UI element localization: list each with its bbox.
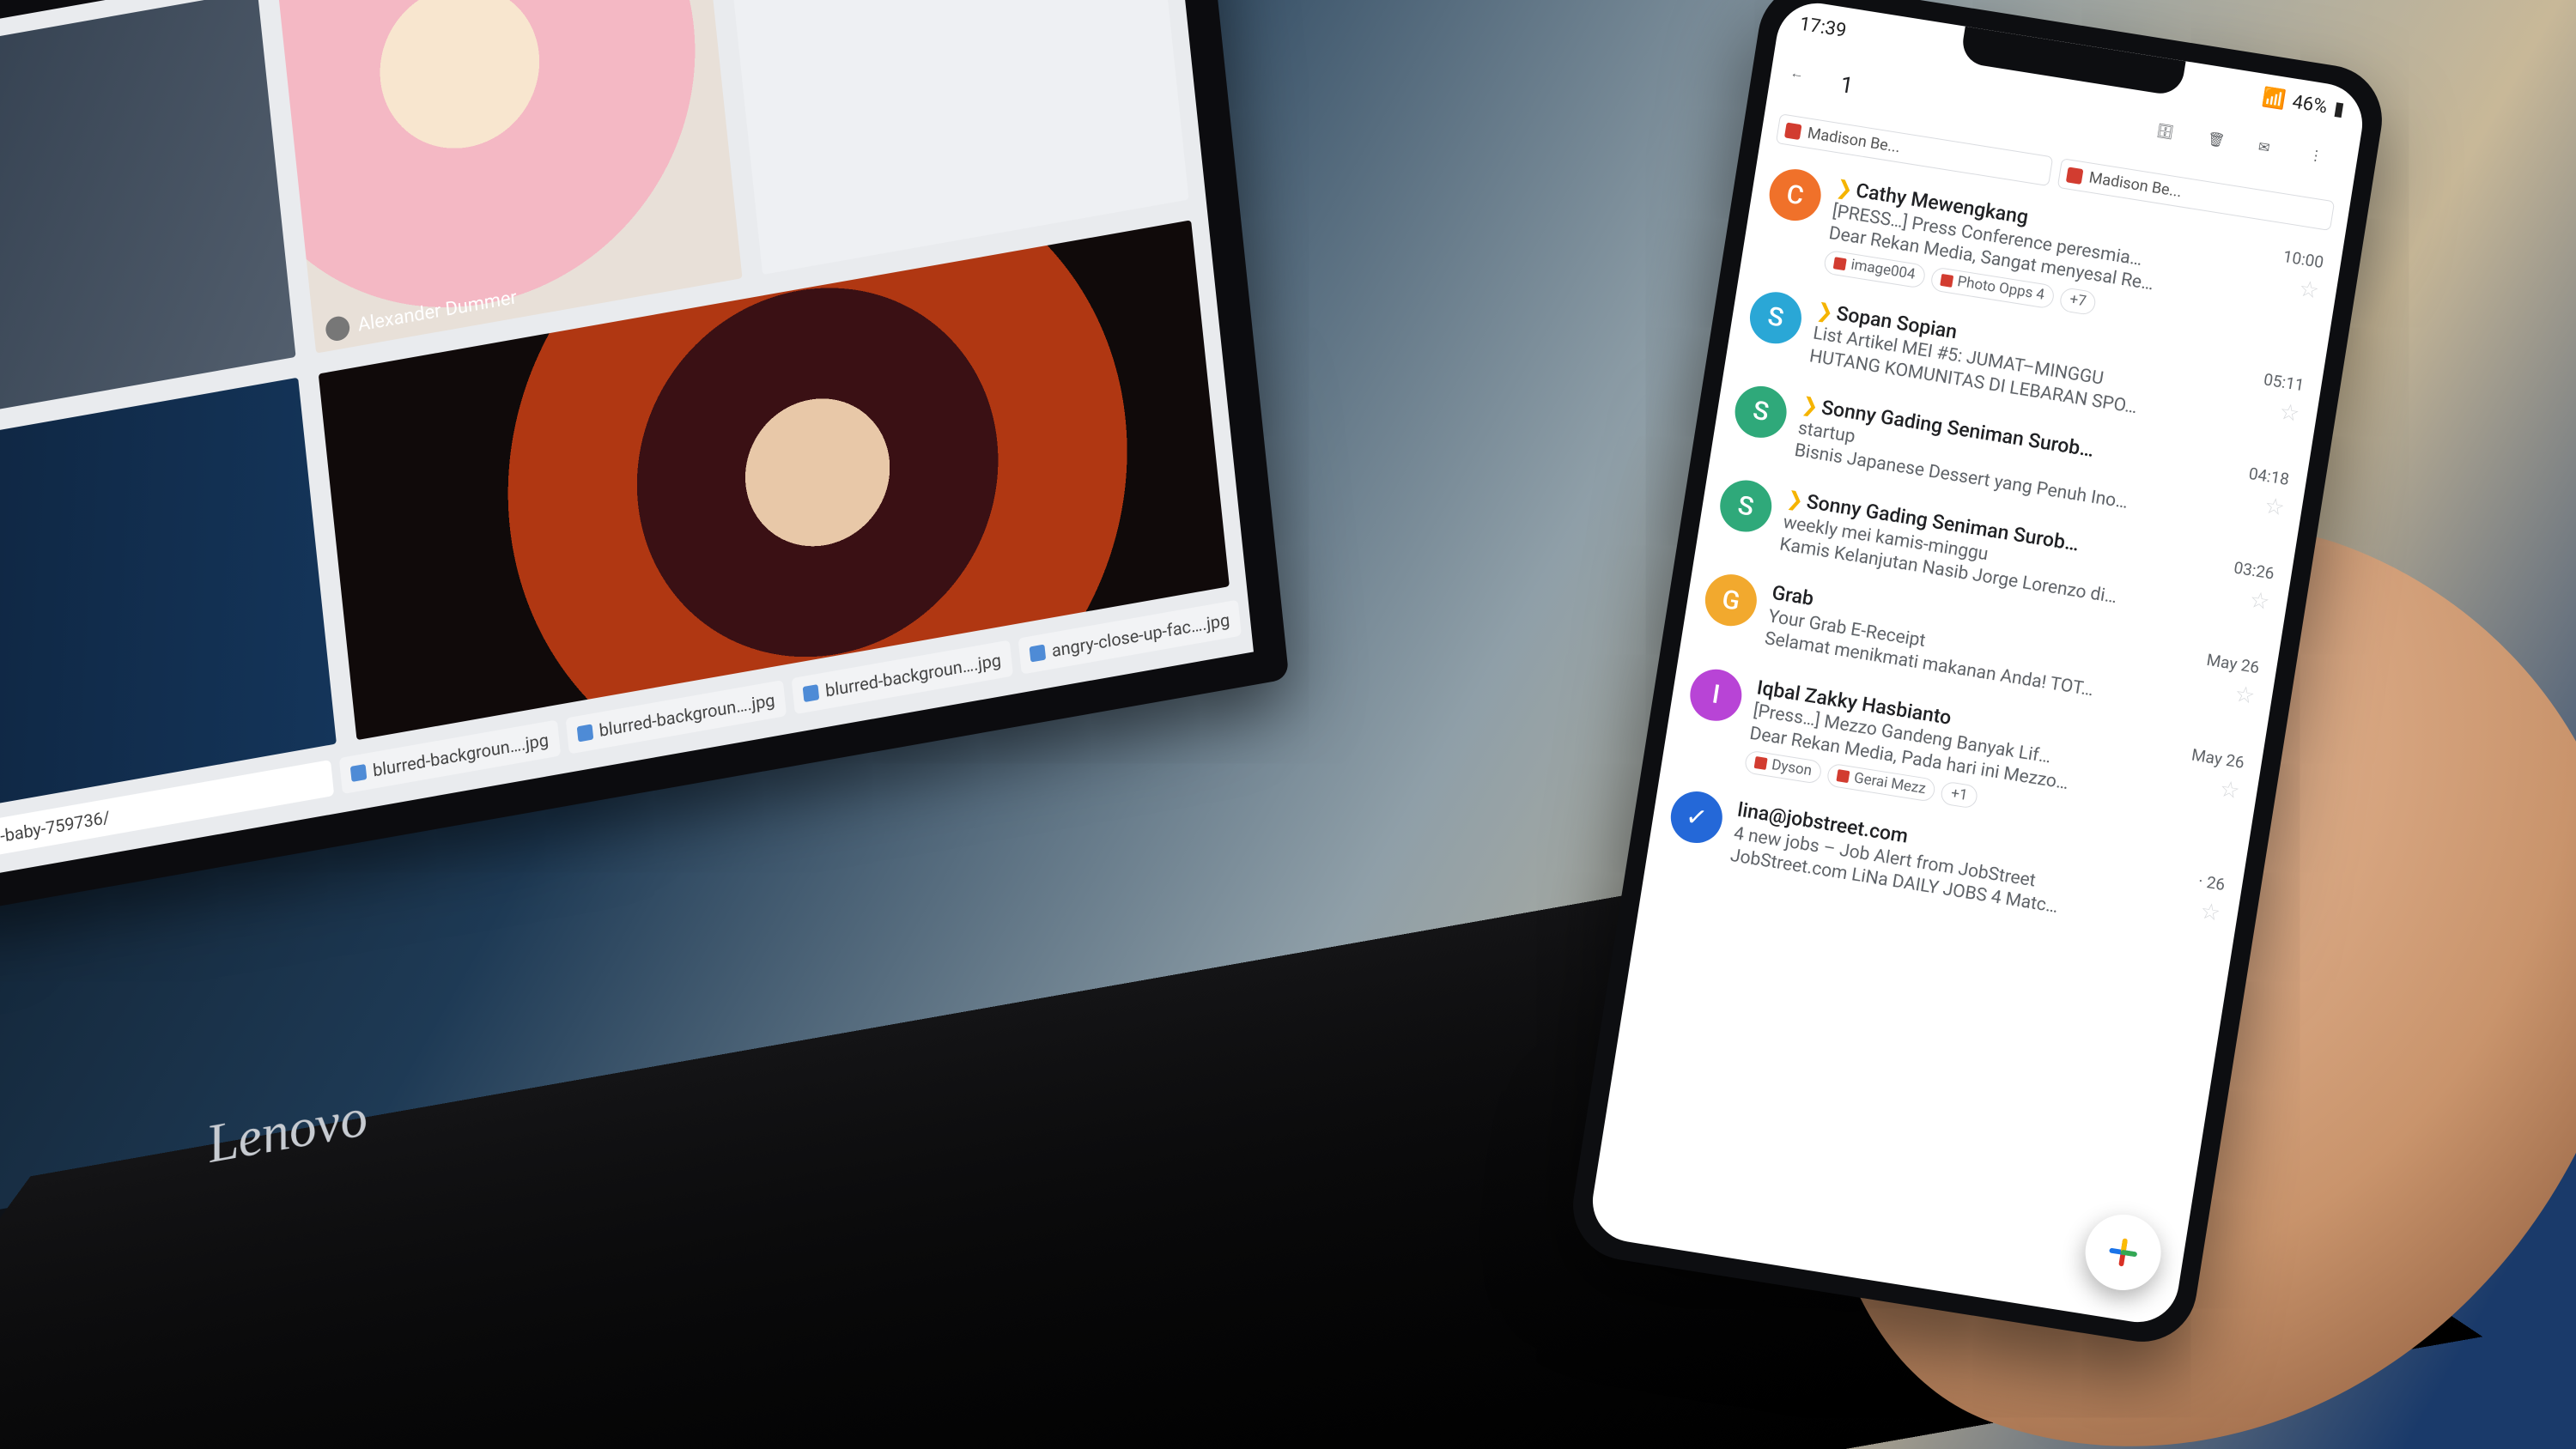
importance-marker-icon: ❯ <box>1785 487 1805 512</box>
email-time: 03:26 <box>2233 558 2275 584</box>
battery-icon: ▮ <box>2332 98 2346 121</box>
importance-marker-icon: ❯ <box>1815 298 1835 324</box>
search-result-count: 1 <box>1838 72 1855 103</box>
star-icon[interactable]: ☆ <box>2263 493 2287 521</box>
email-time: 10:00 <box>2281 246 2324 272</box>
sender-avatar[interactable]: I <box>1686 665 1746 724</box>
label-chip-text: Madison Be... <box>1806 124 1901 157</box>
sender-avatar[interactable]: C <box>1765 166 1825 225</box>
download-filename: blurred-backgroun….jpg <box>824 650 1002 701</box>
signal-icon: 📶 <box>2261 86 2287 111</box>
download-filename: blurred-backgroun….jpg <box>372 730 550 781</box>
email-time: May 26 <box>2205 650 2261 677</box>
star-icon[interactable]: ☆ <box>2278 398 2302 427</box>
label-chip-text: Madison Be... <box>2087 169 2183 202</box>
delete-icon[interactable]: 🗑 <box>2204 130 2238 164</box>
photo-thumbnail[interactable]: ＋ ♡ Alexander Dummer <box>277 0 742 354</box>
download-filename: blurred-backgroun….jpg <box>598 689 776 741</box>
archive-icon[interactable]: 🗄 <box>2154 122 2187 155</box>
photo-scene: ＋ ♡ Alexander Dummer …aphy-of-a-baby-759… <box>0 0 2576 1449</box>
overflow-menu-icon[interactable]: ⋮ <box>2306 146 2340 179</box>
avatar <box>325 314 351 343</box>
attachment-more[interactable]: +1 <box>1940 780 1978 809</box>
address-path: …aphy-of-a-baby-759736/ <box>0 807 111 861</box>
email-time: · 26 <box>2197 871 2227 895</box>
attachment-more[interactable]: +7 <box>2058 287 2097 315</box>
star-icon[interactable]: ☆ <box>2218 776 2242 804</box>
photo-thumbnail[interactable] <box>0 0 296 432</box>
star-icon[interactable]: ☆ <box>2297 276 2321 304</box>
importance-marker-icon: ❯ <box>1801 392 1820 418</box>
download-filename: angry-close-up-fac….jpg <box>1051 609 1231 661</box>
photo-credit-name: Alexander Dummer <box>357 287 518 336</box>
star-icon[interactable]: ☆ <box>2248 587 2272 615</box>
stock-photo-grid: ＋ ♡ Alexander Dummer <box>0 0 1230 819</box>
sender-avatar[interactable]: G <box>1701 571 1760 630</box>
back-icon[interactable]: ← <box>1787 64 1820 98</box>
email-time: 05:11 <box>2263 369 2306 395</box>
status-time: 17:39 <box>1798 13 1848 41</box>
label-color-icon <box>2066 167 2084 185</box>
photo-thumbnail[interactable] <box>0 378 337 819</box>
sender-avatar[interactable]: S <box>1716 476 1776 536</box>
mark-unread-icon[interactable]: ✉ <box>2255 138 2288 172</box>
star-icon[interactable]: ☆ <box>2198 898 2222 926</box>
email-time: 04:18 <box>2247 464 2290 489</box>
email-time: May 26 <box>2190 744 2246 772</box>
laptop-screen: ＋ ♡ Alexander Dummer …aphy-of-a-baby-759… <box>0 0 1289 929</box>
sender-avatar[interactable]: ✓ <box>1667 788 1726 847</box>
attachment-chip[interactable]: Dyson <box>1744 749 1823 785</box>
photo-credit[interactable]: Alexander Dummer <box>325 285 518 343</box>
sender-avatar[interactable]: S <box>1747 288 1806 347</box>
star-icon[interactable]: ☆ <box>2233 682 2257 710</box>
sender-avatar[interactable]: S <box>1731 382 1790 441</box>
compose-plus-icon <box>2100 1230 2146 1276</box>
importance-marker-icon: ❯ <box>1835 176 1855 202</box>
label-color-icon <box>1784 122 1802 140</box>
battery-label: 46% <box>2291 91 2329 118</box>
